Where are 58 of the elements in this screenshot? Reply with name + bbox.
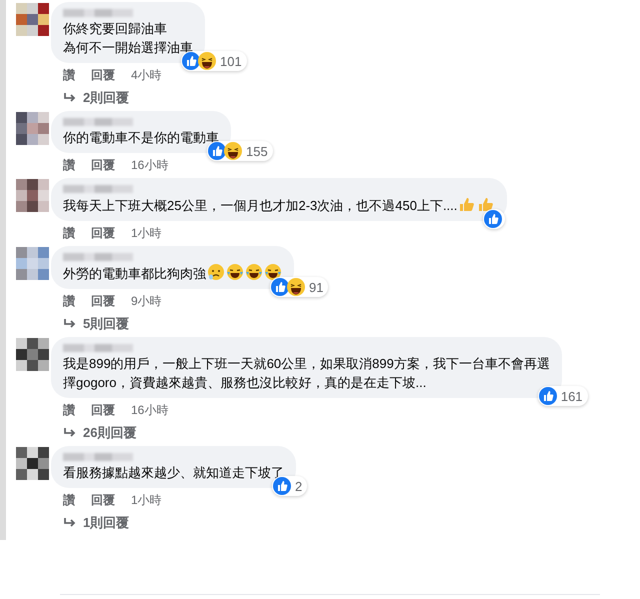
view-replies-link[interactable]: 5則回覆 [63, 315, 130, 332]
blurred-name [63, 453, 133, 461]
thumbs-up-icon [273, 477, 291, 495]
reply-arrow-icon [63, 318, 77, 330]
worried-face-icon [207, 263, 225, 281]
laughing-face-icon [245, 263, 263, 281]
laughing-face-icon [224, 142, 242, 160]
blurred-name [63, 118, 133, 126]
laughing-face-icon [287, 278, 305, 296]
action-link[interactable]: 回覆 [91, 294, 115, 309]
reaction-count: 161 [560, 388, 583, 404]
view-replies-link[interactable]: 1則回覆 [63, 514, 130, 531]
reply-arrow-icon [63, 92, 77, 104]
reaction-count: 91 [309, 280, 324, 294]
reaction-badge[interactable] [483, 209, 506, 229]
timestamp[interactable]: 16小時 [131, 403, 168, 418]
action-link[interactable]: 回覆 [91, 68, 115, 83]
laughing-face-icon [264, 263, 282, 281]
reaction-count: 101 [220, 54, 242, 68]
action-link[interactable]: 回覆 [91, 226, 115, 241]
thumbs-up-icon [458, 195, 476, 213]
thumbs-up-icon [484, 210, 502, 228]
laughing-face-icon [226, 263, 244, 281]
action-link[interactable]: 讚 [63, 493, 75, 508]
timestamp[interactable]: 1小時 [131, 226, 162, 241]
thumbs-up-icon [208, 142, 226, 160]
reaction-count: 155 [246, 144, 268, 158]
action-link[interactable]: 讚 [63, 403, 75, 418]
reaction-badge[interactable]: 155 [207, 141, 273, 161]
blurred-name [63, 253, 133, 261]
action-link[interactable]: 讚 [63, 68, 75, 83]
thumbs-up-icon [477, 195, 496, 213]
action-link[interactable]: 讚 [63, 226, 75, 241]
blurred-name [63, 185, 133, 193]
reaction-count: 2 [295, 478, 302, 494]
action-link[interactable]: 回覆 [91, 158, 115, 173]
reaction-badge[interactable]: 91 [270, 277, 328, 297]
timestamp[interactable]: 16小時 [131, 158, 168, 173]
view-replies-link[interactable]: 2則回覆 [63, 89, 130, 106]
reaction-badge[interactable]: 161 [538, 386, 588, 406]
timestamp[interactable]: 4小時 [131, 68, 162, 83]
action-link[interactable]: 回覆 [91, 403, 115, 418]
thumbs-up-icon [538, 387, 557, 405]
reply-arrow-icon [63, 426, 77, 438]
thumbs-up-icon [182, 52, 200, 70]
action-link[interactable]: 讚 [63, 158, 75, 173]
laughing-face-icon [198, 52, 216, 70]
action-link[interactable]: 回覆 [91, 493, 115, 508]
view-replies-link[interactable]: 26則回覆 [63, 424, 136, 441]
thumbs-up-icon [271, 278, 289, 296]
blurred-name [63, 344, 133, 352]
blurred-name [63, 9, 133, 17]
timestamp[interactable]: 1小時 [131, 493, 162, 508]
timestamp[interactable]: 9小時 [131, 294, 162, 309]
comment-text: 我每天上下班大概25公里，一個月也才加2-3次油，也不過450上下.... [63, 195, 496, 215]
action-link[interactable]: 讚 [63, 294, 75, 309]
reaction-badge[interactable]: 101 [181, 51, 247, 71]
reply-arrow-icon [63, 516, 77, 528]
